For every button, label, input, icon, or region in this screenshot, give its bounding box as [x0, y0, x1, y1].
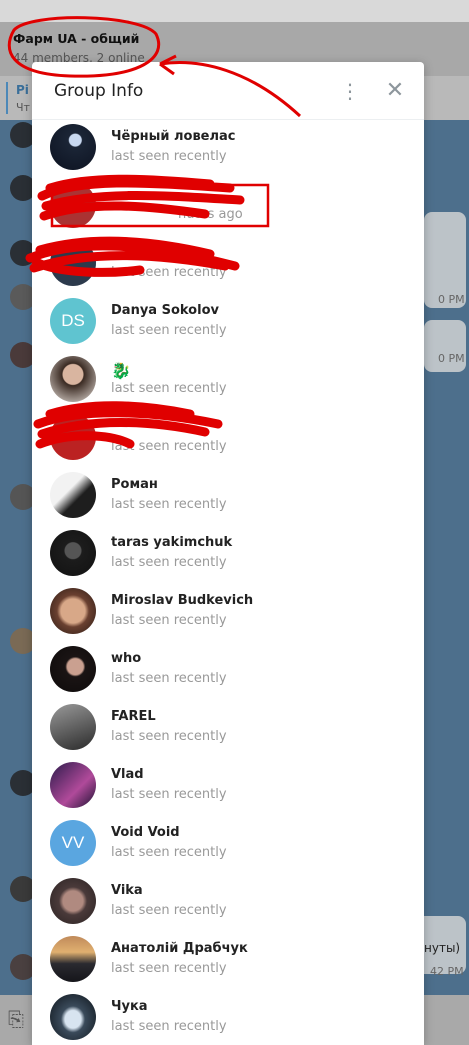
avatar [50, 646, 96, 692]
avatar [50, 414, 96, 460]
member-row[interactable]: nutes ago [32, 178, 424, 236]
avatar [50, 530, 96, 576]
avatar [50, 472, 96, 518]
more-vertical-icon[interactable]: ⋮ [338, 78, 362, 104]
avatar: VV [50, 820, 96, 866]
member-row[interactable]: VV Void Void last seen recently [32, 816, 424, 874]
chat-title[interactable]: Фарм UA - общий [13, 31, 139, 46]
avatar [50, 762, 96, 808]
pinned-accent [6, 82, 8, 114]
paperclip-icon[interactable]: ⎘ [8, 1007, 24, 1031]
group-info-dialog: Group Info ⋮ ✕ Чёрный ловелас last seen … [32, 62, 424, 1045]
member-row[interactable]: Анатолій Драбчук last seen recently [32, 932, 424, 990]
member-row[interactable]: FAREL last seen recently [32, 700, 424, 758]
member-name: taras yakimchuk [111, 535, 233, 550]
member-status: last seen recently [111, 439, 227, 454]
message-time: 0 PM [438, 293, 465, 306]
member-status: last seen recently [111, 265, 227, 280]
member-status: last seen recently [111, 555, 227, 570]
avatar: DS [50, 298, 96, 344]
member-name: Danya Sokolov [111, 303, 219, 318]
member-row[interactable]: Miroslav Budkevich last seen recently [32, 584, 424, 642]
member-status: last seen recently [111, 787, 227, 802]
member-name: Vika [111, 883, 143, 898]
member-name: who [111, 651, 142, 666]
message-time: 0 PM [438, 352, 465, 365]
avatar [50, 936, 96, 982]
member-name: Чёрный ловелас [111, 129, 236, 144]
member-status: last seen recently [111, 961, 227, 976]
avatar [50, 240, 96, 286]
member-row[interactable]: DS Danya Sokolov last seen recently [32, 294, 424, 352]
member-row[interactable]: Vlad last seen recently [32, 758, 424, 816]
member-name: Miroslav Budkevich [111, 593, 254, 608]
avatar [50, 182, 96, 228]
member-name: 🐉 [111, 361, 131, 380]
member-row[interactable]: last seen recently [32, 410, 424, 468]
member-row[interactable]: taras yakimchuk last seen recently [32, 526, 424, 584]
member-row[interactable]: Vika last seen recently [32, 874, 424, 932]
member-status: last seen recently [111, 497, 227, 512]
member-status: nutes ago [178, 207, 243, 222]
pinned-title: Pi [16, 83, 29, 97]
member-name: Vlad [111, 767, 144, 782]
avatar [50, 878, 96, 924]
member-status: last seen recently [111, 381, 227, 396]
member-row[interactable]: Чука last seen recently [32, 990, 424, 1045]
message-text: нуты) [424, 941, 461, 955]
avatar [50, 124, 96, 170]
member-status: last seen recently [111, 323, 227, 338]
member-row[interactable]: last seen recently [32, 236, 424, 294]
member-status: last seen recently [111, 903, 227, 918]
member-name: Void Void [111, 825, 180, 840]
close-icon[interactable]: ✕ [382, 78, 408, 104]
member-status: last seen recently [111, 1019, 227, 1034]
message-time: 42 PM [430, 965, 464, 978]
dialog-header: Group Info ⋮ ✕ [32, 62, 424, 120]
window-top-strip [0, 0, 469, 22]
avatar [50, 356, 96, 402]
avatar [50, 588, 96, 634]
member-row[interactable]: Роман last seen recently [32, 468, 424, 526]
member-name: Анатолій Драбчук [111, 941, 248, 956]
member-name: FAREL [111, 709, 156, 724]
member-name: Чука [111, 999, 148, 1014]
member-status: last seen recently [111, 671, 227, 686]
avatar [50, 704, 96, 750]
avatar [50, 994, 96, 1040]
member-name: Роман [111, 477, 158, 492]
member-row[interactable]: Чёрный ловелас last seen recently [32, 120, 424, 178]
member-status: last seen recently [111, 613, 227, 628]
dialog-title: Group Info [54, 81, 144, 101]
member-status: last seen recently [111, 845, 227, 860]
pinned-text: Чт [16, 101, 30, 114]
member-row[interactable]: who last seen recently [32, 642, 424, 700]
member-row[interactable]: 🐉 last seen recently [32, 352, 424, 410]
member-status: last seen recently [111, 729, 227, 744]
member-status: last seen recently [111, 149, 227, 164]
